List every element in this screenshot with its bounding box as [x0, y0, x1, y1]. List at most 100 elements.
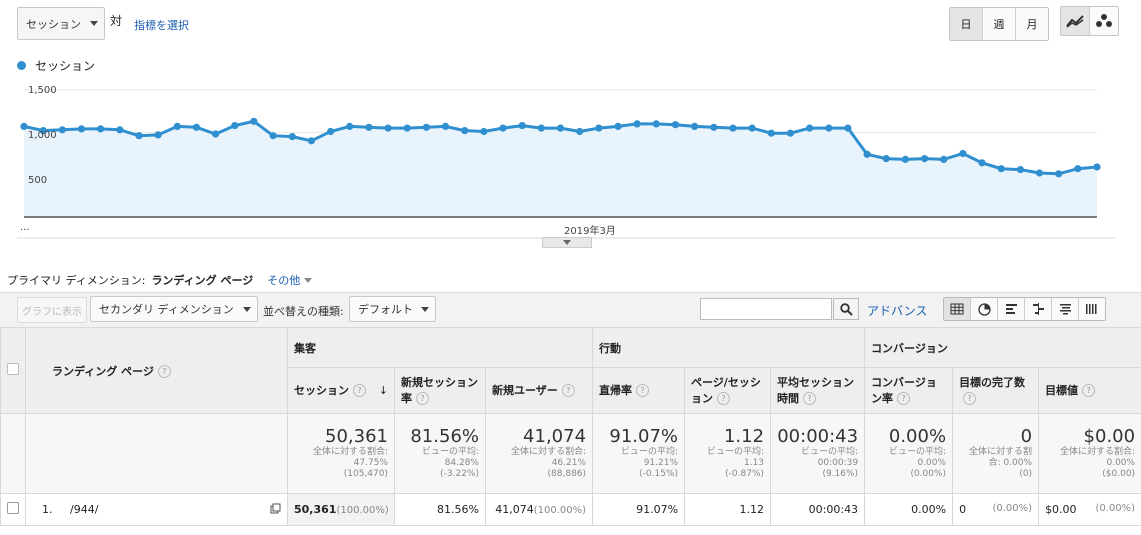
select-metric-link[interactable]: 指標を選択	[134, 17, 189, 33]
data-point[interactable]	[518, 122, 526, 130]
data-point[interactable]	[365, 123, 373, 131]
data-point[interactable]	[691, 122, 699, 130]
data-point[interactable]	[806, 124, 814, 132]
help-icon[interactable]: ?	[636, 384, 650, 397]
data-point[interactable]	[671, 121, 680, 129]
data-point[interactable]	[729, 124, 737, 132]
other-dimension-link[interactable]: その他	[267, 272, 300, 288]
col-goal-value[interactable]: 目標値?	[1038, 367, 1141, 414]
col-new-session-rate[interactable]: 新規セッション率?	[394, 367, 486, 414]
term-cloud-view-icon[interactable]	[1052, 298, 1079, 320]
secondary-dimension-select[interactable]: セカンダリ ディメンション	[90, 296, 258, 322]
data-point[interactable]	[135, 132, 143, 140]
col-sessions[interactable]: セッション? ↓	[287, 367, 395, 414]
data-point[interactable]	[116, 126, 124, 134]
data-point[interactable]	[480, 127, 488, 136]
data-point[interactable]	[537, 124, 545, 132]
data-point[interactable]	[77, 125, 86, 133]
data-point[interactable]	[97, 125, 105, 133]
period-month-button[interactable]: 月	[1016, 8, 1048, 40]
data-point[interactable]	[882, 155, 890, 163]
table-search-input[interactable]	[700, 298, 832, 320]
data-point[interactable]	[58, 126, 66, 134]
col-conversion-rate[interactable]: コンバージョン率?	[864, 367, 954, 414]
help-icon[interactable]: ?	[897, 392, 911, 405]
help-icon[interactable]: ?	[416, 392, 429, 405]
data-point[interactable]	[327, 127, 335, 136]
primary-dimension-value[interactable]: ランディング ページ	[151, 272, 253, 288]
data-point[interactable]	[844, 124, 852, 132]
data-point[interactable]	[901, 155, 910, 163]
data-point[interactable]	[710, 123, 718, 131]
data-point[interactable]	[767, 129, 775, 137]
data-point[interactable]	[921, 155, 929, 163]
plot-rows-button[interactable]: グラフに表示	[17, 297, 87, 323]
data-point[interactable]	[940, 155, 948, 163]
help-icon[interactable]: ?	[803, 392, 817, 405]
data-point[interactable]	[614, 122, 622, 130]
data-point[interactable]	[652, 120, 660, 128]
pie-view-icon[interactable]	[971, 298, 998, 320]
pivot-view-icon[interactable]	[1079, 298, 1105, 320]
search-button[interactable]	[833, 298, 859, 320]
help-icon[interactable]: ?	[1082, 384, 1096, 397]
data-point[interactable]	[154, 131, 162, 139]
dimension-header[interactable]: ランディング ページ?	[25, 327, 288, 414]
data-point[interactable]	[20, 122, 28, 130]
data-point[interactable]	[192, 123, 200, 131]
data-point[interactable]	[441, 122, 450, 130]
col-bounce-rate[interactable]: 直帰率?	[592, 367, 686, 414]
help-icon[interactable]: ?	[561, 384, 575, 397]
motion-chart-icon[interactable]	[1090, 7, 1118, 35]
row-page-link[interactable]: /944/	[70, 503, 98, 516]
data-point[interactable]	[576, 127, 584, 136]
data-point[interactable]	[422, 123, 430, 131]
line-chart-icon[interactable]	[1061, 7, 1090, 35]
advanced-filter-link[interactable]: アドバンス	[867, 302, 927, 319]
help-icon[interactable]: ?	[353, 384, 366, 397]
select-all-cell[interactable]	[0, 327, 26, 414]
col-avg-session-duration[interactable]: 平均セッション時間?	[770, 367, 866, 414]
data-point[interactable]	[997, 165, 1005, 173]
comparison-view-icon[interactable]	[1025, 298, 1052, 320]
data-point[interactable]	[959, 149, 967, 158]
col-goal-completions[interactable]: 目標の完了数?	[952, 367, 1040, 414]
data-point[interactable]	[173, 122, 181, 130]
data-point[interactable]	[307, 137, 315, 145]
period-day-button[interactable]: 日	[950, 8, 983, 40]
help-icon[interactable]: ?	[963, 392, 977, 405]
data-point[interactable]	[288, 133, 296, 141]
data-point[interactable]	[1016, 166, 1024, 174]
table-view-icon[interactable]	[944, 298, 971, 320]
data-point[interactable]	[978, 159, 986, 167]
performance-view-icon[interactable]	[998, 298, 1025, 320]
data-point[interactable]	[1035, 169, 1044, 177]
data-point[interactable]	[269, 132, 277, 140]
data-point[interactable]	[384, 124, 392, 132]
data-point[interactable]	[1074, 165, 1082, 173]
data-point[interactable]	[212, 130, 220, 138]
data-point[interactable]	[403, 124, 411, 132]
data-point[interactable]	[250, 117, 258, 125]
row-select-cell[interactable]	[0, 493, 26, 526]
data-point[interactable]	[748, 124, 756, 132]
period-week-button[interactable]: 週	[983, 8, 1016, 40]
data-point[interactable]	[786, 129, 795, 137]
metric-select[interactable]: セッション	[17, 7, 105, 40]
data-point[interactable]	[346, 122, 354, 130]
data-point[interactable]	[499, 124, 507, 132]
chart-resize-handle[interactable]	[542, 237, 592, 248]
data-point[interactable]	[1055, 170, 1063, 178]
data-point[interactable]	[461, 127, 469, 135]
select-all-checkbox[interactable]	[7, 363, 19, 375]
data-point[interactable]	[633, 120, 641, 128]
data-point[interactable]	[1093, 163, 1101, 171]
data-point[interactable]	[863, 150, 871, 158]
col-pages-per-session[interactable]: ページ/セッション?	[684, 367, 772, 414]
data-point[interactable]	[825, 124, 833, 132]
data-point[interactable]	[231, 122, 239, 130]
data-point[interactable]	[556, 124, 565, 132]
help-icon[interactable]: ?	[157, 365, 171, 378]
open-in-new-icon[interactable]	[270, 503, 281, 517]
sort-select[interactable]: デフォルト	[349, 296, 436, 322]
